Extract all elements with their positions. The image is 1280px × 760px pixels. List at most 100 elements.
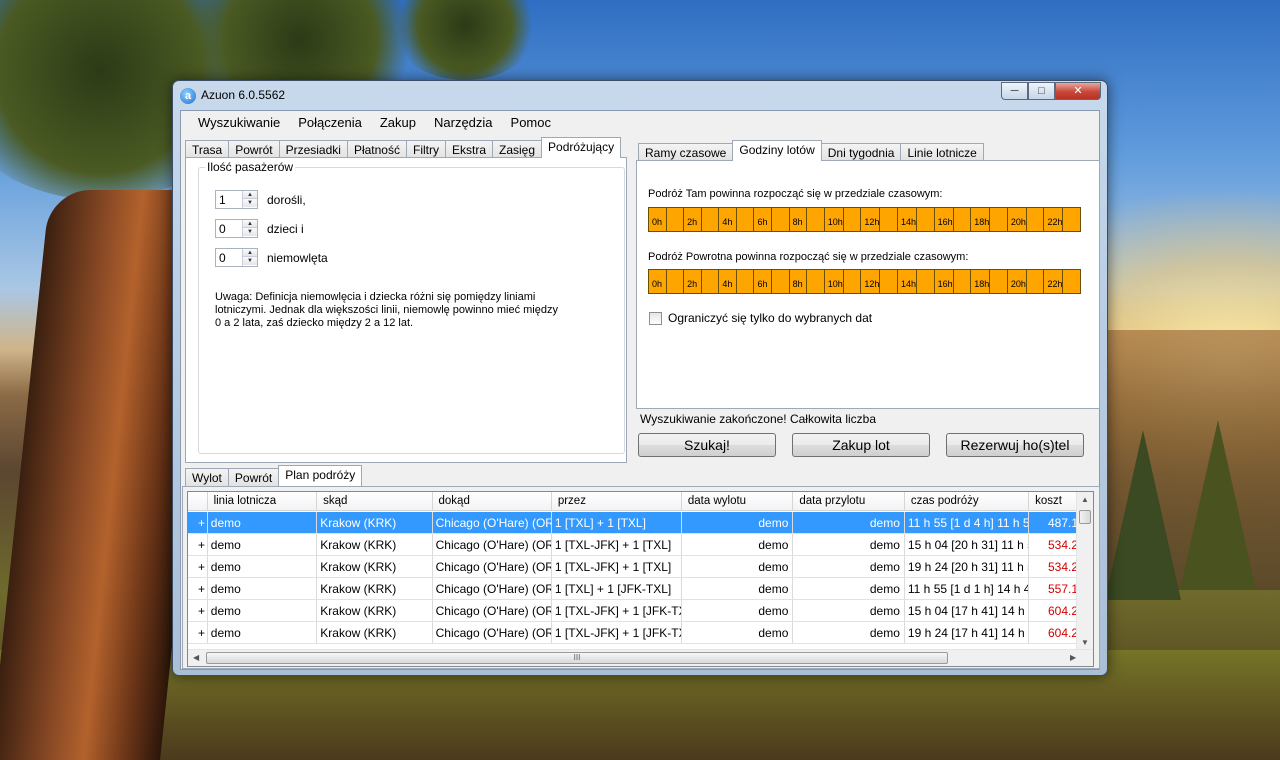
column-header[interactable]: dokąd [433,492,552,510]
column-header[interactable]: skąd [317,492,433,510]
menu-help[interactable]: Pomoc [502,111,560,133]
menu-connections[interactable]: Połączenia [289,111,371,133]
menu-purchase[interactable]: Zakup [371,111,425,133]
reserve-hotel-button[interactable]: Rezerwuj ho(s)tel [946,433,1084,457]
table-row[interactable]: +demoKrakow (KRK)Chicago (O'Hare) (ORD)1… [188,556,1084,578]
return-hour-cell[interactable]: 2h [684,270,702,293]
expand-row-icon[interactable]: + [188,534,208,555]
scroll-right-icon[interactable]: ▶ [1070,653,1076,662]
vertical-scrollbar[interactable]: ▲ ▼ [1076,492,1093,650]
tab-travelers[interactable]: Podróżujący [541,137,622,158]
outbound-hour-cell[interactable] [772,208,790,231]
menu-search[interactable]: Wyszukiwanie [189,111,289,133]
infants-stepper[interactable]: 0 ▲ ▼ [215,248,258,267]
expand-row-icon[interactable]: + [188,622,208,643]
outbound-hour-cell[interactable] [990,208,1008,231]
return-hour-cell[interactable] [844,270,862,293]
column-header[interactable]: data przylotu [793,492,905,510]
outbound-hour-cell[interactable]: 10h [825,208,844,231]
outbound-hour-cell[interactable]: 14h [898,208,918,231]
outbound-hour-cell[interactable] [954,208,972,231]
spin-down-icon[interactable]: ▼ [243,199,257,207]
return-hour-cell[interactable]: 18h [971,270,991,293]
return-hour-cell[interactable] [1027,270,1045,293]
return-hour-cell[interactable] [772,270,790,293]
tab-flight-hours[interactable]: Godziny lotów [732,140,822,161]
title-bar[interactable]: a Azuon 6.0.5562 ─ □ ✕ [173,81,1107,109]
return-hour-cell[interactable] [667,270,685,293]
maximize-button[interactable]: □ [1028,82,1055,100]
outbound-hour-cell[interactable] [1063,208,1080,231]
return-hour-cell[interactable]: 4h [719,270,737,293]
buy-flight-button[interactable]: Zakup lot [792,433,930,457]
outbound-hour-cell[interactable]: 12h [861,208,881,231]
outbound-hour-cell[interactable] [880,208,898,231]
tab-return[interactable]: Powrót [228,140,280,158]
return-hour-cell[interactable]: 0h [649,270,667,293]
tab-payment[interactable]: Płatność [346,140,407,158]
expand-row-icon[interactable]: + [188,556,208,577]
table-row[interactable]: +demoKrakow (KRK)Chicago (O'Hare) (ORD)1… [188,534,1084,556]
tab-extra[interactable]: Ekstra [444,140,493,158]
outbound-hour-cell[interactable]: 6h [754,208,773,231]
tab-weekdays[interactable]: Dni tygodnia [820,143,902,161]
return-hour-cell[interactable]: 16h [935,270,954,293]
tab-outbound-results[interactable]: Wylot [185,468,229,486]
table-row[interactable]: +demoKrakow (KRK)Chicago (O'Hare) (ORD)1… [188,578,1084,600]
return-hour-cell[interactable]: 8h [790,270,808,293]
tab-timeframes[interactable]: Ramy czasowe [638,143,734,161]
outbound-hour-cell[interactable]: 2h [684,208,702,231]
menu-tools[interactable]: Narzędzia [425,111,502,133]
tab-airlines[interactable]: Linie lotnicze [900,143,984,161]
adults-stepper[interactable]: 1 ▲ ▼ [215,190,258,209]
horizontal-scroll-thumb[interactable]: III [206,652,948,664]
column-header[interactable]: data wylotu [682,492,794,510]
outbound-hour-cell[interactable]: 8h [790,208,808,231]
return-hour-cell[interactable]: 10h [825,270,844,293]
column-header[interactable]: czas podróży [905,492,1030,510]
spin-up-icon[interactable]: ▲ [243,220,257,228]
outbound-hour-selector[interactable]: 0h 2h 4h 6h 8h 10h 12h 14h 16h 18h 20h 22h [648,207,1081,232]
outbound-hour-cell[interactable]: 16h [935,208,954,231]
outbound-hour-cell[interactable] [917,208,935,231]
outbound-hour-cell[interactable]: 22h [1044,208,1064,231]
table-row[interactable]: +demoKrakow (KRK)Chicago (O'Hare) (ORD)1… [188,600,1084,622]
return-hour-cell[interactable] [737,270,755,293]
return-hour-cell[interactable]: 14h [898,270,918,293]
outbound-hour-cell[interactable]: 20h [1008,208,1027,231]
tab-return-results[interactable]: Powrót [227,468,280,486]
outbound-hour-cell[interactable] [1027,208,1045,231]
restrict-dates-checkbox[interactable] [649,311,662,325]
tab-itinerary[interactable]: Plan podróży [278,465,363,486]
return-hour-selector[interactable]: 0h 2h 4h 6h 8h 10h 12h 14h 16h 18h 20h 22h [648,269,1081,294]
column-header[interactable]: linia lotnicza [208,492,318,510]
expand-row-icon[interactable]: + [188,578,208,599]
tab-transfers[interactable]: Przesiadki [278,140,348,158]
table-row[interactable]: +demoKrakow (KRK)Chicago (O'Hare) (ORD)1… [188,622,1084,644]
tab-range[interactable]: Zasięg [492,140,543,158]
return-hour-cell[interactable] [807,270,825,293]
horizontal-scrollbar[interactable]: ◀ III ▶ [188,649,1093,666]
scroll-up-icon[interactable]: ▲ [1081,495,1089,504]
return-hour-cell[interactable] [702,270,720,293]
expand-row-icon[interactable]: + [188,600,208,621]
children-value[interactable]: 0 [219,222,226,236]
return-hour-cell[interactable] [1063,270,1080,293]
expand-row-icon[interactable]: + [188,512,208,533]
return-hour-cell[interactable] [917,270,935,293]
return-hour-cell[interactable]: 6h [754,270,773,293]
spin-down-icon[interactable]: ▼ [243,228,257,236]
spin-up-icon[interactable]: ▲ [243,249,257,257]
outbound-hour-cell[interactable] [667,208,685,231]
vertical-scroll-thumb[interactable] [1079,510,1091,524]
outbound-hour-cell[interactable] [737,208,755,231]
return-hour-cell[interactable]: 22h [1044,270,1064,293]
return-hour-cell[interactable] [954,270,972,293]
outbound-hour-cell[interactable] [807,208,825,231]
children-stepper[interactable]: 0 ▲ ▼ [215,219,258,238]
return-hour-cell[interactable] [880,270,898,293]
column-header[interactable]: przez [552,492,682,510]
outbound-hour-cell[interactable]: 0h [649,208,667,231]
outbound-hour-cell[interactable] [702,208,720,231]
restrict-dates-option[interactable]: Ograniczyć się tylko do wybranych dat [649,311,872,325]
